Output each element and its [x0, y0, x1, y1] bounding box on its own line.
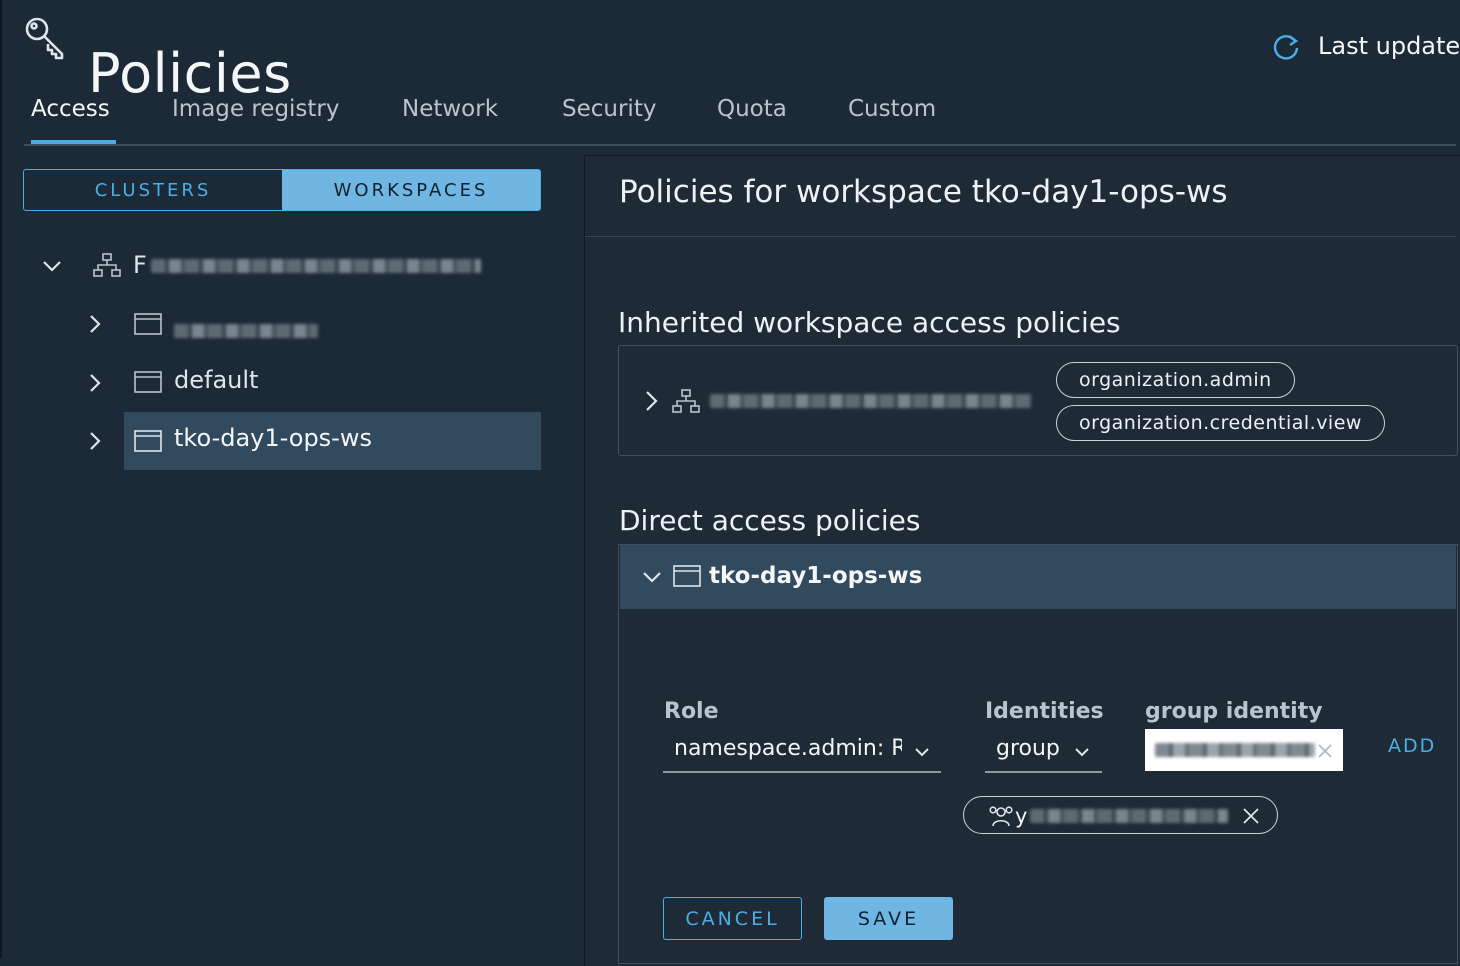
cancel-button[interactable]: CANCEL [663, 897, 802, 940]
close-icon[interactable] [1242, 807, 1260, 825]
last-update-label: Last update [1318, 32, 1460, 60]
identity-chip: y [963, 796, 1278, 834]
chevron-down-icon [1075, 748, 1089, 757]
panel-title: Policies for workspace tko-day1-ops-ws [619, 174, 1228, 210]
direct-section-title: Direct access policies [619, 504, 921, 537]
inherited-section-title: Inherited workspace access policies [618, 306, 1121, 339]
scope-toggle: CLUSTERS WORKSPACES [23, 169, 541, 211]
org-name-prefix: F [133, 251, 147, 279]
chevron-right-icon[interactable] [85, 373, 105, 393]
workspace-icon [134, 371, 162, 393]
tree-item-tko-day1-ops-ws[interactable]: tko-day1-ops-ws [174, 424, 372, 452]
workspace-icon [134, 313, 162, 335]
redacted-text [1155, 743, 1315, 757]
redacted-text [710, 394, 1032, 408]
role-chip: organization.admin [1056, 362, 1295, 398]
redacted-text [1030, 809, 1228, 823]
add-identity-button[interactable]: ADD [1388, 735, 1436, 757]
tree-item-redacted[interactable] [174, 316, 318, 344]
tab-quota[interactable]: Quota [717, 96, 787, 142]
org-icon [672, 389, 700, 413]
chevron-down-icon[interactable] [642, 567, 662, 587]
role-chip: organization.credential.view [1056, 405, 1385, 441]
tab-security[interactable]: Security [562, 96, 656, 142]
chevron-down-icon [915, 748, 929, 757]
divider [585, 236, 1456, 237]
tab-image-registry[interactable]: Image registry [172, 96, 340, 142]
clusters-toggle-button[interactable]: CLUSTERS [24, 170, 282, 210]
redacted-text [150, 259, 481, 273]
identity-chip-prefix: y [1015, 804, 1028, 828]
close-icon[interactable] [1317, 743, 1333, 759]
identities-label: Identities [985, 699, 1104, 724]
tab-custom[interactable]: Custom [848, 96, 936, 142]
chevron-right-icon[interactable] [85, 314, 105, 334]
tab-network[interactable]: Network [402, 96, 498, 142]
tab-access[interactable]: Access [31, 96, 116, 144]
group-icon [989, 806, 1013, 827]
role-select-value: namespace.admin: R [674, 736, 902, 761]
role-label: Role [664, 699, 719, 724]
identity-type-select[interactable]: group [985, 729, 1102, 773]
tree-org-label[interactable]: F [133, 251, 481, 279]
chevron-right-icon[interactable] [85, 431, 105, 451]
direct-policy-workspace: tko-day1-ops-ws [709, 563, 923, 589]
refresh-icon[interactable] [1272, 33, 1300, 61]
save-button[interactable]: SAVE [824, 897, 953, 940]
identity-type-value: group [996, 736, 1060, 761]
key-icon [25, 17, 64, 60]
chevron-down-icon[interactable] [42, 256, 62, 276]
policy-tabs: Access Image registry Network Security Q… [24, 92, 1456, 146]
chevron-right-icon[interactable] [643, 390, 661, 412]
group-identity-input[interactable] [1145, 729, 1343, 771]
role-select[interactable]: namespace.admin: R [663, 729, 941, 773]
workspace-icon [134, 430, 162, 452]
workspaces-toggle-button[interactable]: WORKSPACES [282, 170, 540, 210]
group-identity-label: group identity [1145, 699, 1323, 724]
workspace-icon [673, 565, 701, 587]
redacted-text [174, 324, 318, 338]
org-icon [93, 253, 121, 277]
tree-item-default[interactable]: default [174, 366, 258, 394]
